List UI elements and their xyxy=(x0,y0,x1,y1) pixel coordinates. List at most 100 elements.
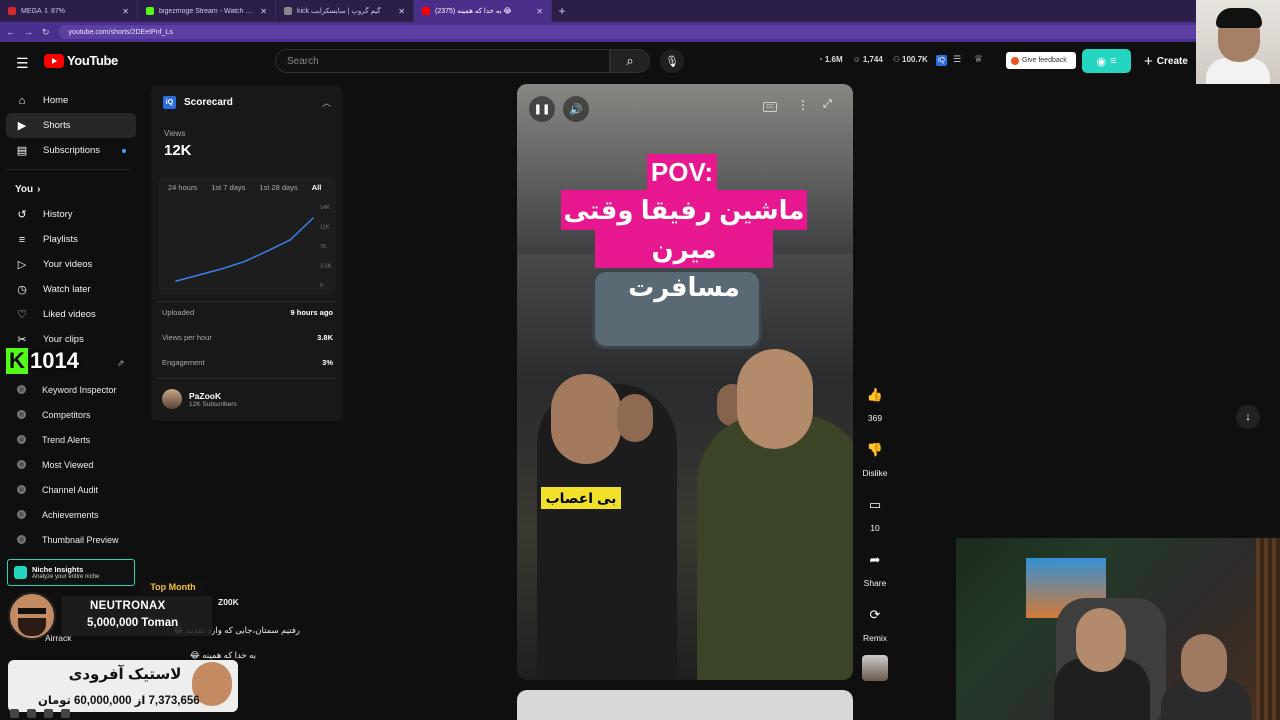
sidebar-item-subscriptions[interactable]: ▤ Subscriptions xyxy=(6,138,136,163)
dislike-button[interactable]: 👎 Dislike xyxy=(861,436,889,478)
extension-toggle-button[interactable]: ◉ ≡ xyxy=(1082,49,1131,73)
y-tick-label: 0 xyxy=(320,283,323,289)
reload-icon[interactable]: ↻ xyxy=(42,27,50,38)
sidebar-item-watch-later[interactable]: ◷ Watch later xyxy=(6,277,136,302)
url-field[interactable]: youtube.com/shorts/2DEeIPnf_Ls xyxy=(58,25,1230,39)
vidiq-tools-list: Keyword Inspector Competitors Trend Aler… xyxy=(6,377,136,552)
create-button[interactable]: + Create xyxy=(1138,49,1198,73)
more-options-icon[interactable]: ⋮ xyxy=(797,98,809,112)
tool-channel-audit[interactable]: Channel Audit xyxy=(6,477,136,502)
share-button[interactable]: ➦ Share xyxy=(861,546,889,588)
like-button[interactable]: 👍 369 xyxy=(861,381,889,423)
captions-icon[interactable]: CC xyxy=(763,102,777,112)
cam-face xyxy=(1181,634,1227,692)
sidebar-you-header[interactable]: You › xyxy=(6,176,136,202)
comments-button[interactable]: ▭ 10 xyxy=(861,491,889,533)
give-feedback-button[interactable]: Give feedback xyxy=(1006,52,1076,69)
search-input[interactable]: Search xyxy=(275,49,610,73)
channel-avatar xyxy=(162,389,182,409)
kick-viewer-count: 1014 xyxy=(30,348,79,373)
taskbar-app-icon[interactable] xyxy=(10,708,19,718)
stat-views: ◔ 1.6M xyxy=(818,55,843,64)
goal-amount: 7,373,656 از 60,000,000 تومان xyxy=(38,695,200,707)
sidebar-item-label: Watch later xyxy=(43,284,91,295)
search-icon: ⌕ xyxy=(626,53,634,68)
comment-icon: ▭ xyxy=(868,497,882,512)
watch-later-icon: ◷ xyxy=(17,284,27,296)
taskbar-app-icon[interactable] xyxy=(27,708,36,718)
sidebar-item-history[interactable]: ↺ History xyxy=(6,202,136,227)
niche-subtitle: Analyze your entire niche xyxy=(32,574,100,580)
remix-button[interactable]: ⟳ Remix xyxy=(861,601,889,643)
back-icon[interactable]: ← xyxy=(6,27,15,37)
forward-icon[interactable]: → xyxy=(24,27,33,37)
divider xyxy=(6,169,130,170)
tool-thumbnail-preview[interactable]: Thumbnail Preview xyxy=(6,527,136,552)
sidebar-item-shorts[interactable]: ▶ Shorts xyxy=(6,113,136,138)
pause-button[interactable]: ❚❚ xyxy=(529,96,555,122)
your-videos-icon: ▷ xyxy=(17,259,27,271)
video-name-tag: بی اعصاب xyxy=(541,487,621,509)
close-icon[interactable]: ✕ xyxy=(398,7,405,16)
niche-insights-button[interactable]: Niche Insights Analyze your entire niche xyxy=(7,559,135,586)
you-label: You xyxy=(15,183,34,195)
tool-keyword-inspector[interactable]: Keyword Inspector xyxy=(6,377,136,402)
liked-videos-icon: ♡ xyxy=(17,309,27,321)
streamer-webcam-overlay xyxy=(956,538,1280,720)
volume-button[interactable]: 🔊 xyxy=(563,96,589,122)
tab-first-7-days[interactable]: 1st 7 days xyxy=(211,183,245,192)
next-short-button[interactable]: ↓ xyxy=(1236,405,1260,429)
external-link-icon[interactable]: ⇗ xyxy=(117,358,125,369)
taskbar-app-icon[interactable] xyxy=(61,708,70,718)
sidebar-item-home[interactable]: ⌂ Home xyxy=(6,88,136,113)
remix-label: Remix xyxy=(862,633,888,643)
tab-title: MEGA ⇩ 87% xyxy=(21,8,65,15)
close-icon[interactable]: ✕ xyxy=(536,7,543,16)
vidiq-icon[interactable]: iQ xyxy=(936,55,947,66)
logo-text: YouTube xyxy=(67,53,118,68)
tab-all[interactable]: All xyxy=(312,183,322,192)
search-button[interactable]: ⌕ xyxy=(610,49,650,73)
chevron-up-icon[interactable]: ︿ xyxy=(322,96,331,109)
donor-amount: 5,000,000 Toman xyxy=(87,617,179,629)
browser-tab-active[interactable]: (2375) به خدا که همینه 😂 ✕ xyxy=(414,0,552,22)
tool-label: Thumbnail Preview xyxy=(42,534,119,545)
row-label: Views per hour xyxy=(162,333,212,342)
browser-tab[interactable]: bigezmoge Stream - Watch Live ✕ xyxy=(138,0,276,22)
browser-tab[interactable]: MEGA ⇩ 87% ✕ xyxy=(0,0,138,22)
trophy-icon[interactable]: ♕ xyxy=(974,54,983,65)
create-label: Create xyxy=(1156,55,1188,67)
extension-logo-icon: ◉ xyxy=(1096,55,1107,68)
views-data-point xyxy=(175,280,177,282)
hamburger-menu-icon[interactable]: ☰ xyxy=(16,55,29,72)
close-icon[interactable]: ✕ xyxy=(260,7,267,16)
tool-competitors[interactable]: Competitors xyxy=(6,402,136,427)
voice-search-button[interactable]: 🎙 xyxy=(660,49,684,73)
sidebar-item-your-videos[interactable]: ▷ Your videos xyxy=(6,252,136,277)
sidebar-item-liked-videos[interactable]: ♡ Liked videos xyxy=(6,302,136,327)
tab-24-hours[interactable]: 24 hours xyxy=(168,183,197,192)
tool-most-viewed[interactable]: Most Viewed xyxy=(6,452,136,477)
new-tab-icon[interactable]: + xyxy=(552,4,572,18)
browser-tab[interactable]: kick گیم گروپ | سایسکرایب ✕ xyxy=(276,0,414,22)
tab-first-28-days[interactable]: 1st 28 days xyxy=(259,183,297,192)
youtube-logo[interactable]: YouTube xyxy=(44,53,118,68)
fullscreen-icon[interactable]: ⤢ xyxy=(823,98,832,111)
channel-info[interactable]: PaZooK 12K Subscribers xyxy=(162,389,237,409)
subscriptions-icon: ▤ xyxy=(16,145,28,157)
taskbar-app-icon[interactable] xyxy=(44,708,53,718)
sidebar-item-label: Shorts xyxy=(43,120,71,131)
sidebar-item-label: Subscriptions xyxy=(43,145,101,156)
tool-icon xyxy=(17,510,26,519)
y-tick-label: 3.5K xyxy=(320,264,332,270)
list-icon[interactable]: ☰ xyxy=(953,54,961,65)
next-short-preview[interactable] xyxy=(517,690,853,720)
like-count: 369 xyxy=(867,413,883,423)
close-icon[interactable]: ✕ xyxy=(122,7,129,16)
tool-trend-alerts[interactable]: Trend Alerts xyxy=(6,427,136,452)
audio-source-thumbnail[interactable] xyxy=(862,655,888,681)
tool-achievements[interactable]: Achievements xyxy=(6,502,136,527)
sidebar-item-playlists[interactable]: ≡ Playlists xyxy=(6,227,136,252)
shorts-video-player[interactable]: ❚❚ 🔊 CC ⋮ ⤢ POV: ماشین رفیقا وقتی میرن م… xyxy=(517,84,853,680)
scorecard-header[interactable]: iQ Scorecard ︿ xyxy=(151,86,343,118)
